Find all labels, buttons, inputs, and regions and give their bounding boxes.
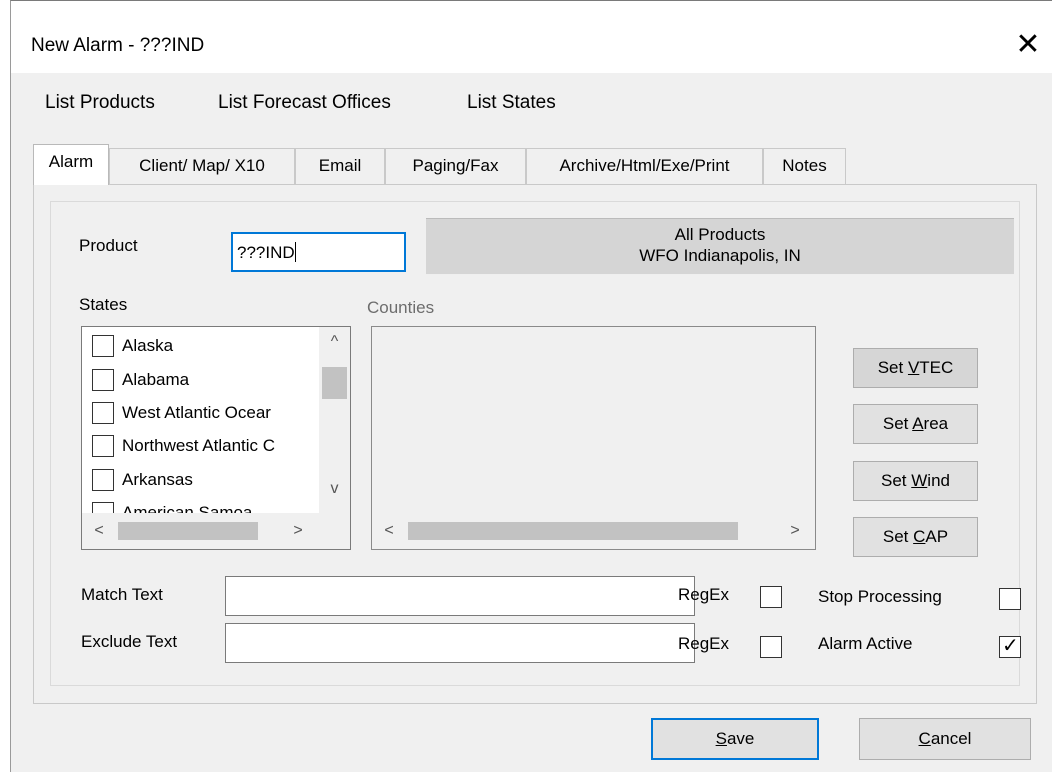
menu-bar: List Products List Forecast Offices List… [11, 73, 1052, 133]
scroll-up-icon[interactable]: ^ [319, 333, 350, 351]
scroll-down-icon[interactable]: v [319, 480, 350, 498]
product-value: ???IND [237, 243, 295, 262]
set-vtec-button[interactable]: Set VTEC [853, 348, 978, 388]
window-title: New Alarm - ???IND [31, 35, 205, 56]
tab-notes[interactable]: Notes [763, 148, 846, 184]
accelerator-key: W [911, 471, 928, 490]
exclude-text-label: Exclude Text [81, 632, 178, 651]
menu-list-states[interactable]: List States [463, 90, 560, 116]
label-part: AP [925, 527, 949, 546]
counties-label: Counties [367, 298, 435, 317]
state-name: Northwest Atlantic C [122, 436, 276, 455]
checkbox[interactable] [92, 335, 114, 357]
exclude-text-input[interactable] [225, 623, 695, 663]
product-input[interactable]: ???IND [231, 232, 406, 272]
accelerator-key: A [912, 414, 924, 433]
label-part: TEC [919, 358, 954, 377]
accelerator-key: V [907, 358, 920, 377]
accelerator-key: C [913, 527, 926, 546]
tab-client-map-x10[interactable]: Client/ Map/ X10 [109, 148, 295, 184]
alarm-active-label: Alarm Active [818, 634, 913, 653]
accelerator-key: S [715, 729, 727, 748]
label-part: Set [877, 358, 908, 377]
label-part: ancel [930, 729, 972, 748]
match-regex-label: RegEx [678, 585, 730, 604]
label-part: Set [881, 471, 912, 490]
accelerator-key: C [918, 729, 931, 748]
checkbox[interactable] [92, 369, 114, 391]
product-label: Product [79, 236, 138, 255]
states-horizontal-scrollbar[interactable]: < > [82, 513, 350, 549]
tab-alarm[interactable]: Alarm [33, 144, 109, 185]
match-text-label: Match Text [81, 585, 163, 604]
cancel-button[interactable]: Cancel [859, 718, 1031, 760]
scrollbar-thumb[interactable] [322, 367, 347, 399]
alarm-tab-panel: Product ???IND All Products WFO Indianap… [33, 184, 1037, 704]
scrollbar-thumb[interactable] [118, 522, 258, 540]
scroll-right-icon[interactable]: > [782, 522, 808, 540]
scroll-left-icon[interactable]: < [376, 522, 402, 540]
product-info-line1: All Products [674, 225, 766, 244]
set-area-button[interactable]: Set Area [853, 404, 978, 444]
states-label: States [79, 295, 128, 314]
counties-listbox[interactable]: < > [371, 326, 816, 550]
match-regex-checkbox[interactable] [760, 586, 782, 608]
product-info-line2: WFO Indianapolis, IN [639, 246, 801, 265]
counties-horizontal-scrollbar[interactable]: < > [372, 513, 815, 549]
exclude-regex-label: RegEx [678, 634, 730, 653]
check-icon: ✓ [1002, 635, 1019, 657]
text-cursor [294, 242, 296, 262]
stop-processing-label: Stop Processing [818, 587, 942, 606]
close-icon[interactable]: ✕ [1003, 23, 1052, 67]
exclude-regex-checkbox[interactable] [760, 636, 782, 658]
label-part: Set [882, 414, 913, 433]
label-part: ind [927, 471, 950, 490]
menu-list-forecast-offices[interactable]: List Forecast Offices [214, 90, 395, 116]
match-text-input[interactable] [225, 576, 695, 616]
set-cap-button[interactable]: Set CAP [853, 517, 978, 557]
product-info-panel: All Products WFO Indianapolis, IN [426, 218, 1014, 275]
tab-paging-fax[interactable]: Paging/Fax [385, 148, 526, 184]
state-name: Arkansas [122, 470, 193, 489]
alarm-active-checkbox[interactable]: ✓ [999, 635, 1021, 658]
checkbox[interactable] [92, 435, 114, 457]
checkbox[interactable] [92, 402, 114, 424]
save-button[interactable]: Save [651, 718, 819, 760]
scroll-left-icon[interactable]: < [86, 522, 112, 540]
state-name: Alaska [122, 336, 174, 355]
state-name: West Atlantic Ocear [122, 403, 271, 422]
alarm-settings-group: Product ???IND All Products WFO Indianap… [50, 201, 1021, 686]
tab-email[interactable]: Email [295, 148, 385, 184]
scroll-right-icon[interactable]: > [285, 522, 311, 540]
set-wind-button[interactable]: Set Wind [853, 461, 978, 501]
title-bar: New Alarm - ???IND ✕ [11, 1, 1052, 73]
label-part: Set [882, 527, 914, 546]
label-part: ave [726, 729, 755, 748]
checkbox[interactable] [92, 469, 114, 491]
new-alarm-dialog: New Alarm - ???IND ✕ List Products List … [10, 0, 1052, 772]
tab-archive-html-exe-print[interactable]: Archive/Html/Exe/Print [526, 148, 763, 184]
scrollbar-thumb[interactable] [408, 522, 738, 540]
state-name: Alabama [122, 370, 190, 389]
states-vertical-scrollbar[interactable]: ^ v [319, 327, 350, 513]
stop-processing-checkbox[interactable] [999, 588, 1021, 610]
menu-list-products[interactable]: List Products [41, 90, 159, 116]
label-part: rea [923, 414, 949, 433]
states-listbox[interactable]: Alaska Alabama West Atlantic Ocear North… [81, 326, 351, 550]
